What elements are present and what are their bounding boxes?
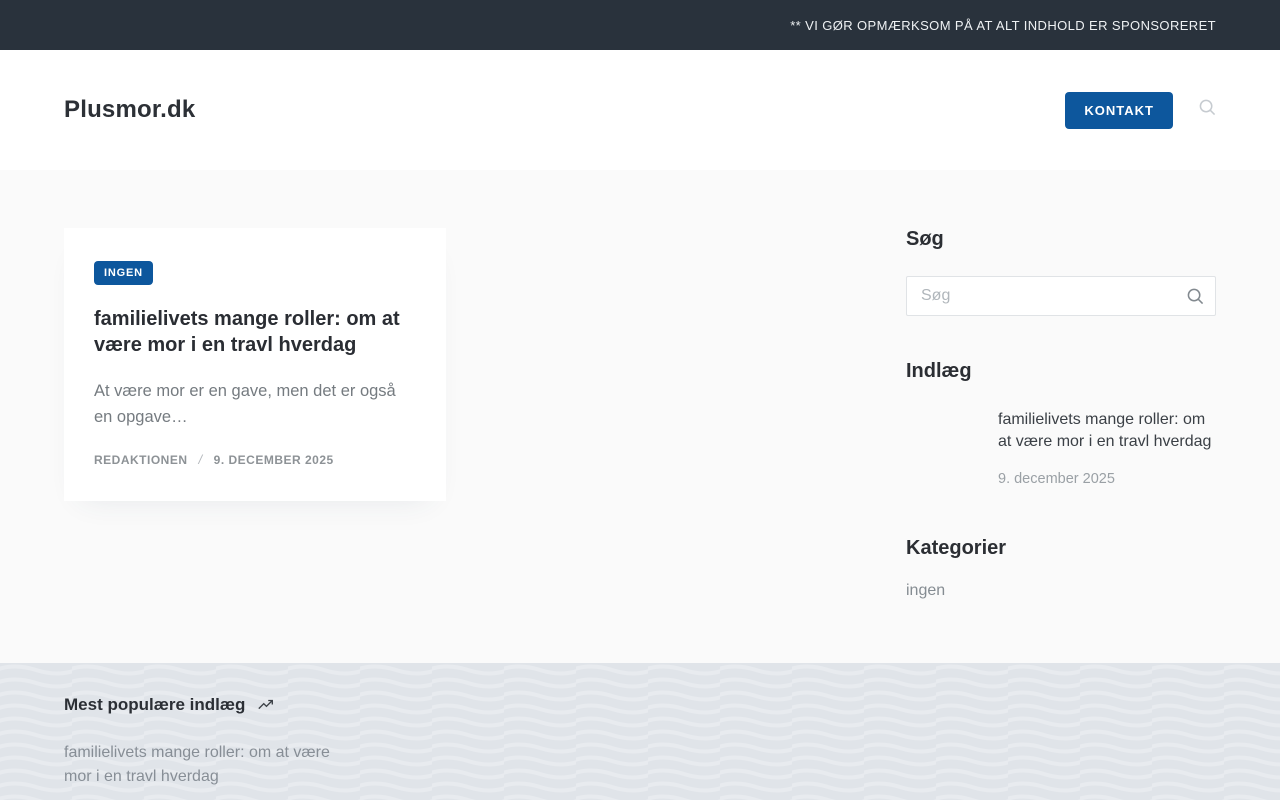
post-meta: REDAKTIONEN / 9. DECEMBER 2025 <box>94 452 416 467</box>
post-excerpt: At være mor er en gave, men det er også … <box>94 382 396 426</box>
recent-post-text: familielivets mange roller: om at være m… <box>998 409 1216 487</box>
search-widget: Søg <box>906 228 1216 316</box>
recent-post-item: familielivets mange roller: om at være m… <box>906 409 1216 487</box>
category-link[interactable]: ingen <box>906 582 945 600</box>
recent-post-date: 9. december 2025 <box>998 471 1115 487</box>
meta-separator: / <box>198 452 203 467</box>
search-field-row <box>906 276 1216 316</box>
recent-posts-heading: Indlæg <box>906 360 972 382</box>
categories-heading: Kategorier <box>906 537 1007 559</box>
post-list-column: INGEN familielivets mange roller: om at … <box>64 228 906 600</box>
site-header: Plusmor.dk KONTAKT <box>0 50 1280 170</box>
recent-post-title-link[interactable]: familielivets mange roller: om at være m… <box>998 409 1216 452</box>
post-title-link[interactable]: familielivets mange roller: om at være m… <box>94 306 416 358</box>
popular-posts-heading-row: Mest populære indlæg <box>64 695 1216 715</box>
search-icon <box>1187 288 1203 304</box>
notice-banner: ** VI GØR OPMÆRKSOM PÅ AT ALT INDHOLD ER… <box>0 0 1280 50</box>
sidebar-search-submit-button[interactable] <box>1174 276 1216 316</box>
search-widget-heading: Søg <box>906 228 944 250</box>
sidebar-search-input[interactable] <box>906 276 1216 316</box>
recent-posts-widget: Indlæg familielivets mange roller: om at… <box>906 360 1216 487</box>
post-date: 9. DECEMBER 2025 <box>213 452 334 467</box>
site-logo[interactable]: Plusmor.dk <box>64 96 195 124</box>
popular-posts-heading: Mest populære indlæg <box>64 695 246 714</box>
popular-post-link[interactable]: familielivets mange roller: om at være m… <box>64 741 334 789</box>
categories-widget: Kategorier ingen <box>906 537 1216 600</box>
post-author-link[interactable]: REDAKTIONEN <box>94 453 188 467</box>
header-actions: KONTAKT <box>1065 91 1216 129</box>
footer-content: Mest populære indlæg familielivets mange… <box>64 663 1216 789</box>
site-footer: Mest populære indlæg familielivets mange… <box>0 663 1280 800</box>
sponsored-notice-text: ** VI GØR OPMÆRKSOM PÅ AT ALT INDHOLD ER… <box>790 17 1216 33</box>
recent-post-thumbnail <box>906 409 982 485</box>
contact-button[interactable]: KONTAKT <box>1065 91 1173 129</box>
main-content: INGEN familielivets mange roller: om at … <box>0 170 1280 663</box>
search-icon[interactable] <box>1199 99 1216 121</box>
category-badge[interactable]: INGEN <box>94 261 153 285</box>
post-card: INGEN familielivets mange roller: om at … <box>64 228 446 501</box>
sidebar: Søg Indlæg familielivets ma <box>906 228 1216 600</box>
trending-up-icon <box>258 699 274 710</box>
